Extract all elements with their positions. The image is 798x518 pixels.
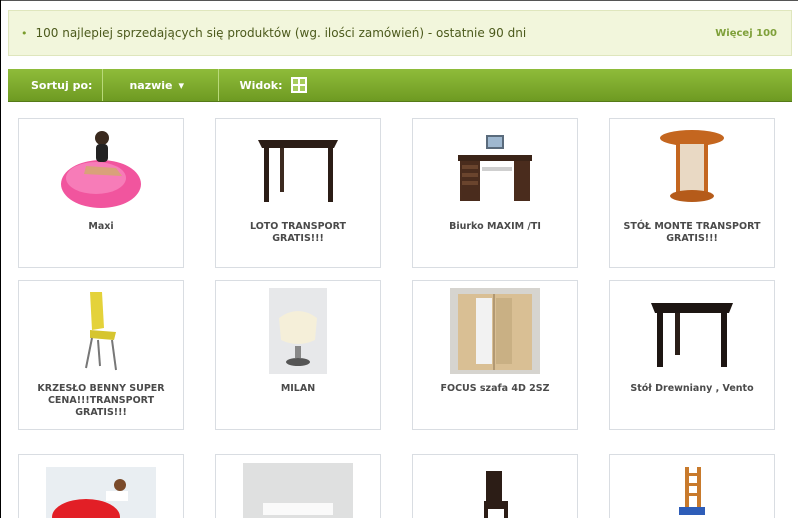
window-top-border (0, 0, 798, 1)
product-image-desk[interactable] (440, 125, 550, 213)
product-card[interactable] (18, 454, 184, 518)
product-grid: Maxi LOTO TRANSPORT GRATIS!!! Biurko MAX… (18, 118, 788, 430)
product-name[interactable]: Biurko MAXIM /TI (420, 221, 570, 233)
sort-dropdown[interactable]: nazwie ▾ (103, 69, 220, 101)
view-switch: Widok: (219, 69, 307, 101)
product-image-table[interactable] (243, 125, 353, 213)
product-name[interactable]: LOTO TRANSPORT GRATIS!!! (223, 221, 373, 245)
product-image-armchair[interactable] (243, 287, 353, 375)
page-title: 100 najlepiej sprzedających się produktó… (35, 26, 527, 40)
sort-label: Sortuj po: (8, 69, 104, 101)
product-card[interactable] (609, 454, 775, 518)
more-link[interactable]: Więcej 100 (715, 28, 777, 39)
product-card[interactable]: KRZESŁO BENNY SUPER CENA!!!TRANSPORT GRA… (18, 280, 184, 430)
product-card[interactable]: Maxi (18, 118, 184, 268)
product-card[interactable]: MILAN (215, 280, 381, 430)
bullet-icon: • (21, 26, 28, 40)
product-card[interactable]: LOTO TRANSPORT GRATIS!!! (215, 118, 381, 268)
product-image-lounge[interactable] (46, 461, 156, 518)
product-name[interactable]: Stół Drewniany , Vento (617, 383, 767, 395)
product-image-round-table[interactable] (637, 125, 747, 213)
product-name[interactable]: Maxi (26, 221, 176, 233)
product-name[interactable]: STÓŁ MONTE TRANSPORT GRATIS!!! (617, 221, 767, 245)
product-image-chair-yellow[interactable] (46, 287, 156, 375)
product-image-beanbag[interactable] (46, 125, 156, 213)
product-card[interactable] (412, 454, 578, 518)
product-image-dark-chair[interactable] (440, 461, 550, 518)
product-grid-row-3 (18, 454, 788, 518)
chevron-down-icon: ▾ (178, 78, 185, 92)
product-name[interactable]: KRZESŁO BENNY SUPER CENA!!!TRANSPORT GRA… (26, 383, 176, 419)
sort-dropdown-value: nazwie (129, 78, 173, 92)
product-image-ladder-chair[interactable] (637, 461, 747, 518)
bestsellers-header: • 100 najlepiej sprzedających się produk… (8, 10, 792, 56)
product-image-wardrobe[interactable] (440, 287, 550, 375)
product-name[interactable]: FOCUS szafa 4D 2SZ (420, 383, 570, 395)
product-image-wooden-table[interactable] (637, 287, 747, 375)
header-title-group: • 100 najlepiej sprzedających się produk… (21, 26, 526, 40)
product-card[interactable]: Stół Drewniany , Vento (609, 280, 775, 430)
view-label: Widok: (239, 78, 283, 92)
sort-toolbar: Sortuj po: nazwie ▾ Widok: (8, 69, 792, 102)
window-left-border (0, 0, 1, 518)
grid-view-icon[interactable] (290, 77, 307, 93)
product-card[interactable]: Biurko MAXIM /TI (412, 118, 578, 268)
product-card[interactable]: STÓŁ MONTE TRANSPORT GRATIS!!! (609, 118, 775, 268)
product-image-bed[interactable] (243, 461, 353, 518)
product-card[interactable]: FOCUS szafa 4D 2SZ (412, 280, 578, 430)
product-name[interactable]: MILAN (223, 383, 373, 395)
product-card[interactable] (215, 454, 381, 518)
